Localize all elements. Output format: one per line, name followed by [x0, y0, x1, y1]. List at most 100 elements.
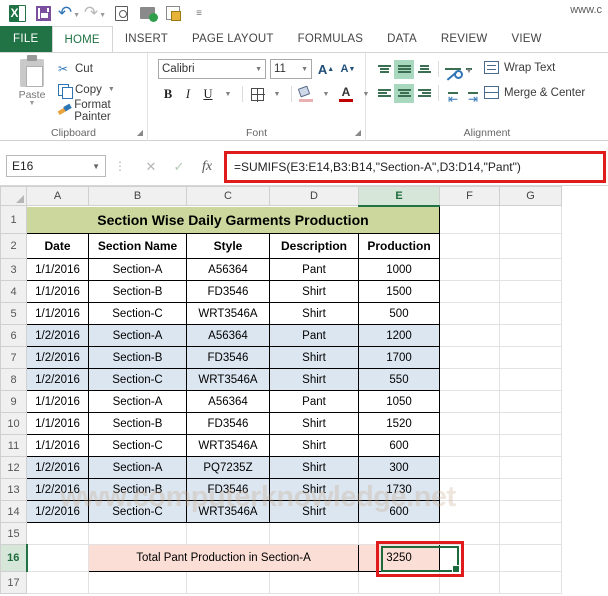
chevron-down-icon[interactable]: ▼ [92, 162, 100, 171]
cell-e10[interactable]: 1520 [358, 412, 440, 435]
cell-a11[interactable]: 1/1/2016 [26, 434, 89, 457]
print-preview-icon[interactable] [108, 2, 134, 24]
column-title-description[interactable]: Description [269, 233, 359, 259]
cell-e7[interactable]: 1700 [358, 346, 440, 369]
cell-d17[interactable] [269, 571, 359, 594]
cell-b10[interactable]: Section-B [88, 412, 187, 435]
cancel-formula-icon[interactable]: ✕ [140, 157, 162, 176]
column-header-a[interactable]: A [26, 186, 89, 206]
cell-b12[interactable]: Section-A [88, 456, 187, 479]
row-header-6[interactable]: 6 [0, 324, 27, 347]
cell-c14[interactable]: WRT3546A [186, 500, 270, 523]
align-middle-button[interactable] [394, 59, 414, 79]
column-header-b[interactable]: B [88, 186, 187, 206]
dialog-launcher-icon[interactable]: ◢ [355, 128, 361, 137]
cell-d3[interactable]: Pant [269, 258, 359, 281]
row-header-10[interactable]: 10 [0, 412, 27, 435]
row-header-8[interactable]: 8 [0, 368, 27, 391]
tab-page-layout[interactable]: PAGE LAYOUT [180, 26, 286, 52]
cell-d4[interactable]: Shirt [269, 280, 359, 303]
column-header-d[interactable]: D [269, 186, 359, 206]
cell-f16[interactable] [439, 544, 500, 572]
cell-a4[interactable]: 1/1/2016 [26, 280, 89, 303]
cell-f5[interactable] [439, 302, 500, 325]
total-value-cell[interactable]: 3250 [358, 544, 440, 572]
row-header-9[interactable]: 9 [0, 390, 27, 413]
cell-e11[interactable]: 600 [358, 434, 440, 457]
cell-f12[interactable] [439, 456, 500, 479]
formula-input[interactable]: =SUMIFS(E3:E14,B3:B14,"Section-A",D3:D14… [224, 151, 606, 183]
customize-toolbar-icon[interactable]: ≡ [186, 2, 212, 24]
cell-b13[interactable]: Section-B [88, 478, 187, 501]
cell-c17[interactable] [186, 571, 270, 594]
fill-color-button[interactable] [296, 84, 316, 104]
cell-e9[interactable]: 1050 [358, 390, 440, 413]
cell-a12[interactable]: 1/2/2016 [26, 456, 89, 479]
insert-function-icon[interactable]: fx [196, 157, 218, 176]
cell-f4[interactable] [439, 280, 500, 303]
cell-f17[interactable] [439, 571, 500, 594]
cell-a14[interactable]: 1/2/2016 [26, 500, 89, 523]
cell-e15[interactable] [358, 522, 440, 545]
font-name-combobox[interactable]: Calibri ▼ [158, 59, 266, 79]
column-title-production[interactable]: Production [358, 233, 440, 259]
chevron-down-icon[interactable]: ▼ [301, 66, 308, 73]
merge-center-button[interactable]: Merge & Center [484, 86, 585, 99]
cell-g9[interactable] [499, 390, 562, 413]
cell-f6[interactable] [439, 324, 500, 347]
row-header-4[interactable]: 4 [0, 280, 27, 303]
cell-b8[interactable]: Section-C [88, 368, 187, 391]
tab-home[interactable]: HOME [51, 26, 113, 52]
cell-g14[interactable] [499, 500, 562, 523]
row-header-2[interactable]: 2 [0, 233, 27, 259]
row-header-5[interactable]: 5 [0, 302, 27, 325]
tab-data[interactable]: DATA [375, 26, 429, 52]
cell-g10[interactable] [499, 412, 562, 435]
cell-b9[interactable]: Section-A [88, 390, 187, 413]
cell-f14[interactable] [439, 500, 500, 523]
format-painter-button[interactable]: Format Painter [58, 99, 147, 123]
cell-a9[interactable]: 1/1/2016 [26, 390, 89, 413]
row-header-12[interactable]: 12 [0, 456, 27, 479]
cell-a10[interactable]: 1/1/2016 [26, 412, 89, 435]
cell-g16[interactable] [499, 544, 562, 572]
dialog-launcher-icon[interactable]: ◢ [137, 128, 143, 137]
align-top-button[interactable] [374, 60, 394, 79]
protect-sheet-icon[interactable] [160, 2, 186, 24]
copy-button[interactable]: Copy ▼ [58, 80, 115, 99]
cell-a6[interactable]: 1/2/2016 [26, 324, 89, 347]
cell-c13[interactable]: FD3546 [186, 478, 270, 501]
cell-c6[interactable]: A56364 [186, 324, 270, 347]
cell-d13[interactable]: Shirt [269, 478, 359, 501]
redo-icon[interactable]: ↷ ▼ [82, 2, 108, 24]
cell-a15[interactable] [26, 522, 89, 545]
cell-f11[interactable] [439, 434, 500, 457]
cell-g7[interactable] [499, 346, 562, 369]
column-title-style[interactable]: Style [186, 233, 270, 259]
cell-d14[interactable]: Shirt [269, 500, 359, 523]
cell-c9[interactable]: A56364 [186, 390, 270, 413]
cell-e13[interactable]: 1730 [358, 478, 440, 501]
row-header-3[interactable]: 3 [0, 258, 27, 281]
cell-f10[interactable] [439, 412, 500, 435]
cell-f15[interactable] [439, 522, 500, 545]
row-header-1[interactable]: 1 [0, 205, 27, 234]
chevron-down-icon[interactable]: ▼ [316, 84, 336, 104]
tab-insert[interactable]: INSERT [113, 26, 180, 52]
cell-g3[interactable] [499, 258, 562, 281]
paste-button[interactable]: Paste ▼ [8, 55, 56, 119]
cell-g13[interactable] [499, 478, 562, 501]
cell-f13[interactable] [439, 478, 500, 501]
cell-a16[interactable] [26, 544, 89, 572]
cell-f7[interactable] [439, 346, 500, 369]
row-header-11[interactable]: 11 [0, 434, 27, 457]
wrap-text-button[interactable]: Wrap Text [484, 61, 555, 74]
cell-c7[interactable]: FD3546 [186, 346, 270, 369]
column-header-g[interactable]: G [499, 186, 562, 206]
cell-d5[interactable]: Shirt [269, 302, 359, 325]
align-right-button[interactable] [414, 84, 434, 103]
increase-indent-button[interactable]: ⇥ [463, 84, 483, 106]
cell-d15[interactable] [269, 522, 359, 545]
tab-review[interactable]: REVIEW [429, 26, 500, 52]
cell-d12[interactable]: Shirt [269, 456, 359, 479]
